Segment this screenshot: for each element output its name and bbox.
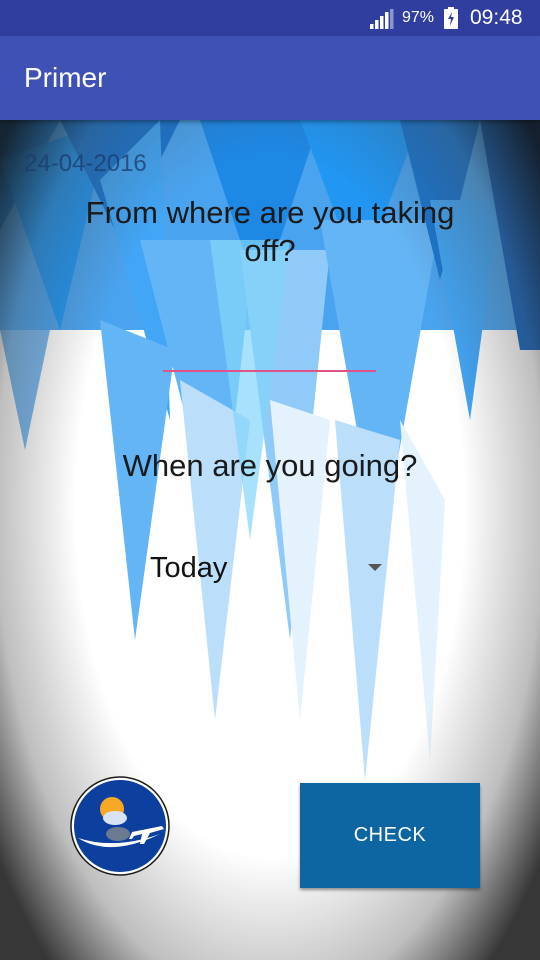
current-date: 24-04-2016	[24, 150, 147, 177]
signal-icon	[370, 9, 394, 29]
date-dropdown[interactable]: Today	[140, 544, 390, 592]
date-dropdown-value: Today	[150, 552, 228, 584]
status-bar: 97% 09:48	[0, 0, 540, 36]
battery-charging-icon	[444, 7, 458, 29]
origin-question: From where are you taking off?	[85, 195, 455, 268]
battery-percent: 97%	[402, 9, 435, 26]
app-logo-icon	[70, 776, 170, 876]
status-time: 09:48	[470, 6, 523, 29]
app-bar: Primer	[0, 36, 540, 120]
date-question: When are you going?	[122, 448, 418, 483]
origin-input[interactable]	[163, 330, 376, 372]
check-button[interactable]: CHECK	[300, 783, 480, 888]
main-content: 24-04-2016 From where are you taking off…	[0, 120, 540, 960]
app-title: Primer	[24, 62, 107, 93]
dropdown-arrow-icon	[368, 564, 382, 571]
